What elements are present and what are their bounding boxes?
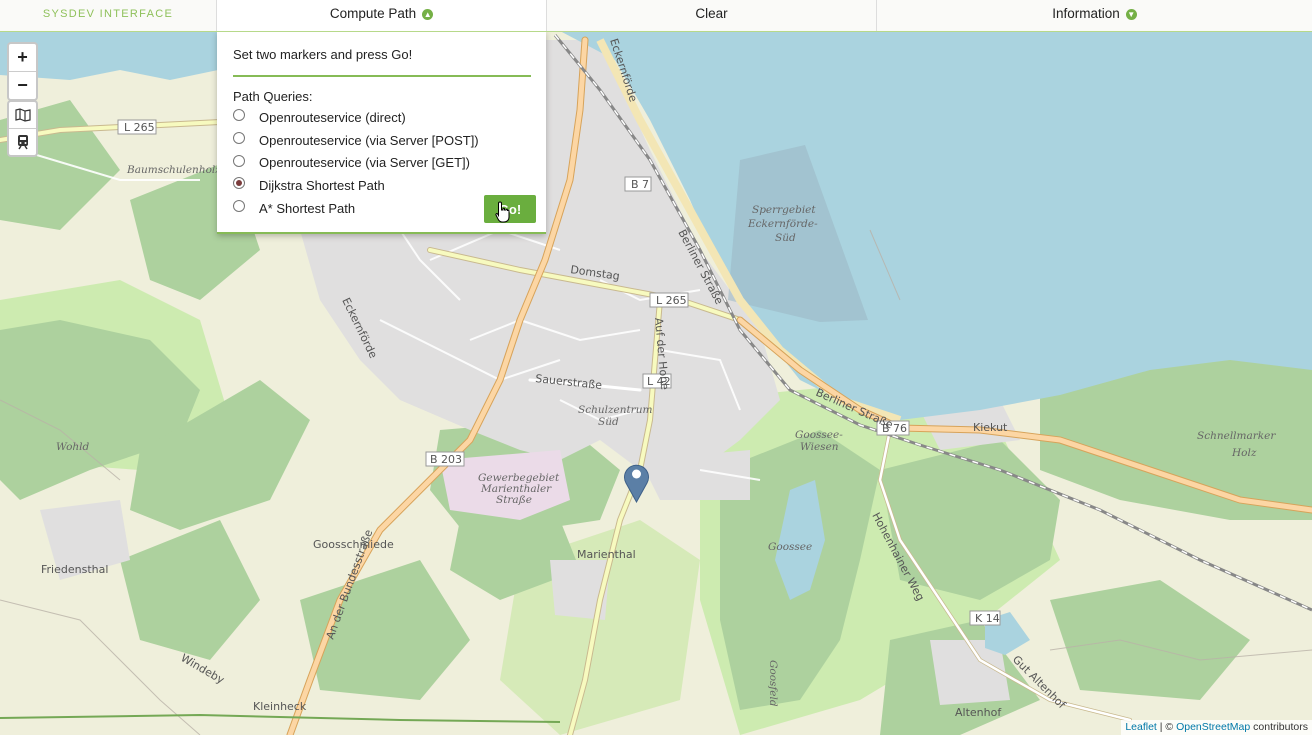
road-shield-b203: B 203 bbox=[430, 453, 462, 466]
option-dijkstra[interactable]: Dijkstra Shortest Path bbox=[233, 174, 531, 197]
leaflet-link[interactable]: Leaflet bbox=[1125, 721, 1157, 733]
panel-instruction: Set two markers and press Go! bbox=[233, 31, 531, 77]
top-navigation: SYSDEV INTERFACE Compute Path ▲ Clear Inf… bbox=[0, 0, 1312, 32]
chevron-up-icon: ▲ bbox=[422, 9, 434, 20]
place-label: Straße bbox=[496, 494, 532, 506]
place-label: Kleinheck bbox=[253, 700, 307, 713]
train-icon bbox=[17, 135, 28, 150]
road-shield-b7: B 7 bbox=[631, 178, 649, 191]
map-canvas[interactable]: L 265 B 7 L 265 L 42 B 76 B 203 K 14 Bau… bbox=[0, 0, 1312, 735]
place-label: Schulzentrum bbox=[578, 404, 652, 416]
place-label: Wiesen bbox=[800, 441, 839, 453]
hand-cursor-icon bbox=[495, 201, 510, 223]
place-label: Goosfeld bbox=[767, 660, 779, 707]
chevron-down-icon: ▼ bbox=[1125, 9, 1137, 20]
clear-button[interactable]: Clear bbox=[547, 0, 877, 31]
place-label: Goosschmiede bbox=[313, 538, 394, 551]
option-label: Openrouteservice (direct) bbox=[259, 109, 406, 125]
place-label: Sperrgebiet bbox=[752, 204, 816, 216]
attribution-contributors: contributors bbox=[1250, 721, 1308, 733]
option-label: A* Shortest Path bbox=[259, 200, 356, 216]
information-menu[interactable]: Information ▼ bbox=[877, 0, 1312, 31]
zoom-control: + − bbox=[7, 42, 38, 101]
radio-button[interactable] bbox=[233, 132, 245, 145]
option-label: Openrouteservice (via Server [GET]) bbox=[259, 155, 470, 171]
radio-button[interactable] bbox=[233, 154, 245, 167]
place-label: Wohld bbox=[56, 441, 90, 453]
option-label: Dijkstra Shortest Path bbox=[259, 177, 385, 193]
radio-button-selected[interactable] bbox=[233, 177, 245, 190]
map-attribution: Leaflet | © OpenStreetMap contributors bbox=[1121, 720, 1312, 735]
map-layer-button[interactable] bbox=[9, 102, 36, 128]
place-label: Holz bbox=[1231, 447, 1257, 459]
option-ors-post[interactable]: Openrouteservice (via Server [POST]) bbox=[233, 129, 531, 152]
layer-control bbox=[7, 100, 38, 157]
attribution-separator: | © bbox=[1156, 721, 1177, 733]
osm-link[interactable]: OpenStreetMap bbox=[1176, 721, 1250, 733]
transit-layer-button[interactable] bbox=[9, 128, 36, 155]
place-label: Goossee bbox=[768, 541, 812, 553]
zoom-in-button[interactable]: + bbox=[9, 44, 36, 71]
place-label: Eckernförde- bbox=[747, 218, 818, 230]
road-shield-k14: K 14 bbox=[975, 612, 1000, 625]
option-ors-get[interactable]: Openrouteservice (via Server [GET]) bbox=[233, 151, 531, 174]
map-marker-icon[interactable] bbox=[623, 461, 650, 503]
place-label: Süd bbox=[598, 416, 619, 428]
place-label: Goossee- bbox=[795, 429, 843, 441]
zoom-out-button[interactable]: − bbox=[9, 71, 36, 99]
place-label: Baumschulenholz bbox=[126, 164, 221, 176]
compute-path-menu[interactable]: Compute Path ▲ bbox=[217, 0, 547, 31]
place-label: Kiekut bbox=[973, 421, 1008, 434]
information-label: Information bbox=[1052, 6, 1120, 21]
brand-title: SYSDEV INTERFACE bbox=[0, 0, 217, 31]
clear-label: Clear bbox=[695, 6, 728, 21]
compute-path-label: Compute Path bbox=[329, 6, 417, 21]
place-label: Marienthal bbox=[577, 548, 636, 561]
place-label: Friedensthal bbox=[41, 563, 108, 576]
road-shield-l265: L 265 bbox=[656, 294, 687, 307]
compute-path-panel: Set two markers and press Go! Path Queri… bbox=[217, 31, 546, 234]
radio-button[interactable] bbox=[233, 200, 245, 213]
option-label: Openrouteservice (via Server [POST]) bbox=[259, 132, 479, 148]
map-icon bbox=[14, 108, 31, 122]
radio-button[interactable] bbox=[233, 109, 245, 122]
option-ors-direct[interactable]: Openrouteservice (direct) bbox=[233, 106, 531, 129]
place-label: Süd bbox=[775, 232, 796, 244]
path-queries-title: Path Queries: bbox=[233, 89, 313, 104]
place-label: Schnellmarker bbox=[1197, 430, 1276, 442]
road-shield-l265: L 265 bbox=[124, 121, 155, 134]
place-label: Altenhof bbox=[955, 706, 1002, 719]
